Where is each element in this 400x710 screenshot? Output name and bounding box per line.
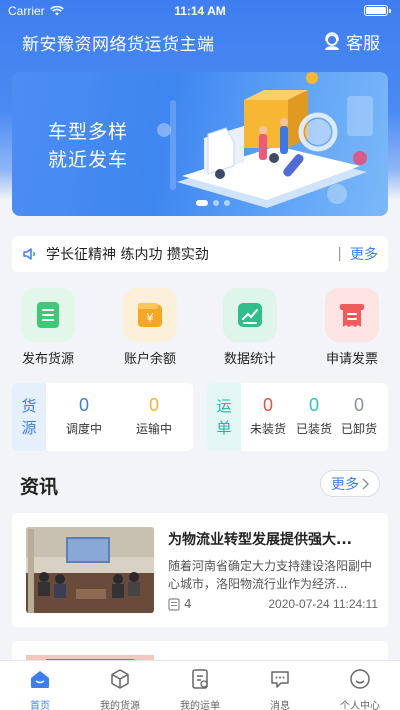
notice-separator: |	[337, 246, 342, 262]
banner-slogan: 车型多样 就近发车	[48, 118, 128, 174]
data-statistics-button[interactable]: 数据统计	[205, 288, 295, 367]
news-title: 为物流业转型发展提供强大...	[168, 532, 352, 548]
app-header: 新安豫资网络货运货主端 客服	[0, 26, 400, 58]
waybill-unloaded-label: 已卸货	[340, 422, 377, 436]
data-statistics-label: 数据统计	[223, 352, 276, 367]
waybill-unloaded-stat[interactable]: 0 已卸货	[329, 395, 389, 437]
banner-slogan-line2: 就近发车	[48, 149, 129, 171]
tab-home[interactable]: 首页	[0, 661, 80, 710]
waybill-side-label-1: 运	[216, 397, 232, 415]
message-icon	[271, 671, 289, 688]
tab-messages-label: 消息	[270, 701, 290, 710]
banner-slogan-line1: 车型多样	[48, 121, 129, 143]
waybill-stats-card: 运 单 0 未装货 0 已装货 0 已卸货	[207, 383, 388, 451]
publish-source-tile	[21, 288, 75, 342]
source-dispatching-count: 0	[78, 395, 89, 415]
banner-dot[interactable]	[224, 200, 230, 206]
notice-text[interactable]: 学长征精神 练内功 攒实劲	[46, 244, 337, 264]
headset-icon	[325, 31, 339, 50]
source-in-transit-count: 0	[148, 395, 159, 415]
source-in-transit-label: 运输中	[135, 422, 172, 436]
news-item[interactable]: 为物流业转型发展提供强大... 随着河南省确定大力支持建设洛阳副中心城市，洛阳物…	[12, 513, 388, 627]
tab-my-waybills[interactable]: 我的运单	[160, 661, 240, 710]
waybill-side-label-2: 单	[216, 419, 232, 437]
banner-dot[interactable]	[196, 200, 208, 206]
status-bar: Carrier 11:14 AM	[0, 0, 400, 22]
promo-banner[interactable]: 车型多样 就近发车	[12, 72, 388, 216]
customer-service-label: 客服	[346, 34, 380, 54]
tab-profile-label: 个人中心	[340, 701, 380, 710]
account-balance-tile: ¥	[123, 288, 177, 342]
news-more-label: 更多	[331, 476, 359, 493]
notice-more-link[interactable]: 更多	[350, 244, 378, 264]
apply-invoice-button[interactable]: 申请发票	[307, 288, 397, 367]
tab-messages[interactable]: 消息	[240, 661, 320, 710]
account-balance-button[interactable]: ¥ 账户余额	[105, 288, 195, 367]
status-time: 11:14 AM	[174, 4, 226, 18]
news-view-count: 4	[184, 597, 192, 611]
source-side-label-2: 源	[21, 419, 37, 437]
cube-icon	[111, 669, 129, 689]
news-description: 随着河南省确定大力支持建设洛阳副中心城市，洛阳物流行业作为经济...	[168, 559, 373, 591]
source-side-label-1: 货	[21, 397, 37, 415]
home-icon	[31, 671, 49, 688]
quick-actions: 发布货源 ¥ 账户余额 数据统计 申请发票	[0, 288, 400, 372]
publish-source-button[interactable]: 发布货源	[3, 288, 93, 367]
banner-dot[interactable]	[213, 200, 219, 206]
waybill-icon	[192, 669, 208, 689]
tab-home-label: 首页	[30, 701, 50, 710]
source-stats-side-label: 货 源	[12, 383, 46, 451]
chart-icon	[238, 303, 262, 327]
speaker-icon	[23, 248, 35, 260]
source-stats-card: 货 源 0 调度中 0 运输中	[12, 383, 193, 451]
battery-icon	[364, 5, 391, 16]
news-thumbnail	[26, 527, 154, 613]
waybill-stats-side-label: 运 单	[207, 383, 241, 451]
tab-my-sources-label: 我的货源	[100, 701, 140, 710]
source-dispatching-label: 调度中	[65, 422, 102, 436]
list-icon	[37, 302, 59, 328]
tab-my-sources[interactable]: 我的货源	[80, 661, 160, 710]
news-date: 2020-07-24 11:24:11	[268, 597, 378, 611]
source-in-transit-stat[interactable]: 0 运输中	[124, 395, 184, 437]
banner-pagination[interactable]	[196, 200, 230, 206]
tab-my-waybills-label: 我的运单	[180, 701, 220, 710]
news-meta: 4 2020-07-24 11:24:11	[168, 597, 378, 611]
document-icon	[168, 597, 180, 611]
wallet-icon: ¥	[138, 303, 162, 327]
bottom-tab-bar: 首页 我的货源 我的运单 消息 个人中心	[0, 660, 400, 710]
apply-invoice-tile	[325, 288, 379, 342]
account-balance-label: 账户余额	[123, 352, 176, 367]
notice-bar[interactable]: 学长征精神 练内功 攒实劲 | 更多	[12, 236, 388, 272]
svg-text:¥: ¥	[146, 311, 154, 325]
apply-invoice-label: 申请发票	[325, 352, 378, 367]
data-statistics-tile	[223, 288, 277, 342]
news-more-button[interactable]: 更多	[320, 470, 380, 497]
invoice-icon	[340, 304, 364, 327]
source-dispatching-stat[interactable]: 0 调度中	[54, 395, 114, 437]
profile-icon	[350, 669, 370, 689]
chevron-right-icon	[362, 478, 369, 489]
customer-service-button[interactable]: 客服	[322, 29, 380, 54]
app-title: 新安豫资网络货运货主端	[22, 35, 215, 55]
publish-source-label: 发布货源	[21, 352, 74, 367]
tab-profile[interactable]: 个人中心	[320, 661, 400, 710]
waybill-unloaded-count: 0	[353, 395, 364, 415]
news-heading: 资讯	[20, 476, 59, 498]
